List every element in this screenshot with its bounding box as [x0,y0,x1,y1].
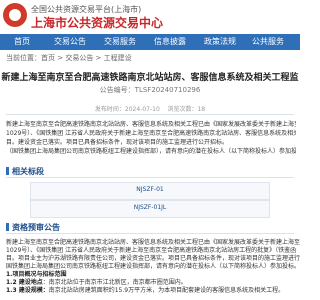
divider [6,233,294,234]
nav-item-disclosure[interactable]: 信息披露 [154,34,186,50]
intro-line: 新建上海至南京至合肥高速铁路南京北站站房、客服信息系统及相关工程已由《国家发展改… [6,121,296,128]
location-text: 南京北站位于南京市江北新区，南京都市圈范围内。 [48,279,187,286]
related-item[interactable]: NJSZF-01JL [30,200,270,218]
nav-item-announcements[interactable]: 交易公告 [54,34,86,50]
intro-line: （国铁集团上海局集团公司南京铁路枢纽工程建设指挥部），请有意向的潜在投标人（以下… [6,148,296,155]
related-item[interactable]: NJSZF-01 [30,182,270,200]
related-item-code[interactable]: NJSZF-01JL [31,204,269,211]
intro-line: 目。建设资金已落实。项目已具备招标条件，现对该项目的施工监理进行公开招标。 [6,139,229,146]
nav-item-services[interactable]: 交易服务 [104,34,136,50]
scale-text: 南京北站站房建筑面积约15.9万平方米，为本项目配套建设的客服信息系统及相关工程… [48,287,285,294]
notice-subheading: 1.3 建设规模：南京北站站房建筑面积约15.9万平方米，为本项目配套建设的客服… [6,286,300,295]
divider [6,114,294,115]
breadcrumb: 当前位置：首页 > 交易公告 > 工程建设 [6,54,132,62]
intro-paragraph: 新建上海至南京至合肥高速铁路南京北站站房、客服信息系统及相关工程已由《国家发展改… [6,120,296,156]
divider [6,177,294,178]
view-count: 浏览次数：18 [167,106,206,113]
subheading-location: 1.2 建设地点 [6,279,43,286]
related-item-code[interactable]: NJSZF-01 [31,186,269,193]
platform-logo[interactable] [3,3,27,27]
nav-item-home[interactable]: 首页 [14,34,30,50]
nav-item-policy[interactable]: 政策法规 [204,34,236,50]
site-header: 全国公共资源交易平台(上海市) 上海市公共资源交易中心 [0,0,300,34]
intro-line: 1029号）、《国铁集团 江苏省人民政府关于新建上海至南京至合肥高速铁路南京北站… [6,130,296,137]
nav-item-public-service[interactable]: 公共服务 [252,34,284,50]
main-nav: 首页 交易公告 交易服务 信息披露 政策法规 公共服务 [0,34,300,50]
related-section-heading: 相关标段 [6,166,44,177]
notice-section-heading: 资格预审公告 [6,222,60,233]
subheading-scale: 1.3 建设规模： [6,287,49,294]
article-meta: 发布时间：2024-07-10 浏览次数：18 [0,104,300,113]
article-title: 新建上海至南京至合肥高速铁路南京北站站房、客服信息系统及相关工程监 [1,73,299,83]
subheading-project-overview: 1.项目概况与招标范围 [6,271,67,278]
document-number: 公告编号：TLSF20240710296 [99,86,201,94]
publish-date: 发布时间：2024-07-10 [94,106,160,113]
site-title[interactable]: 上海市公共资源交易中心 [31,14,163,31]
